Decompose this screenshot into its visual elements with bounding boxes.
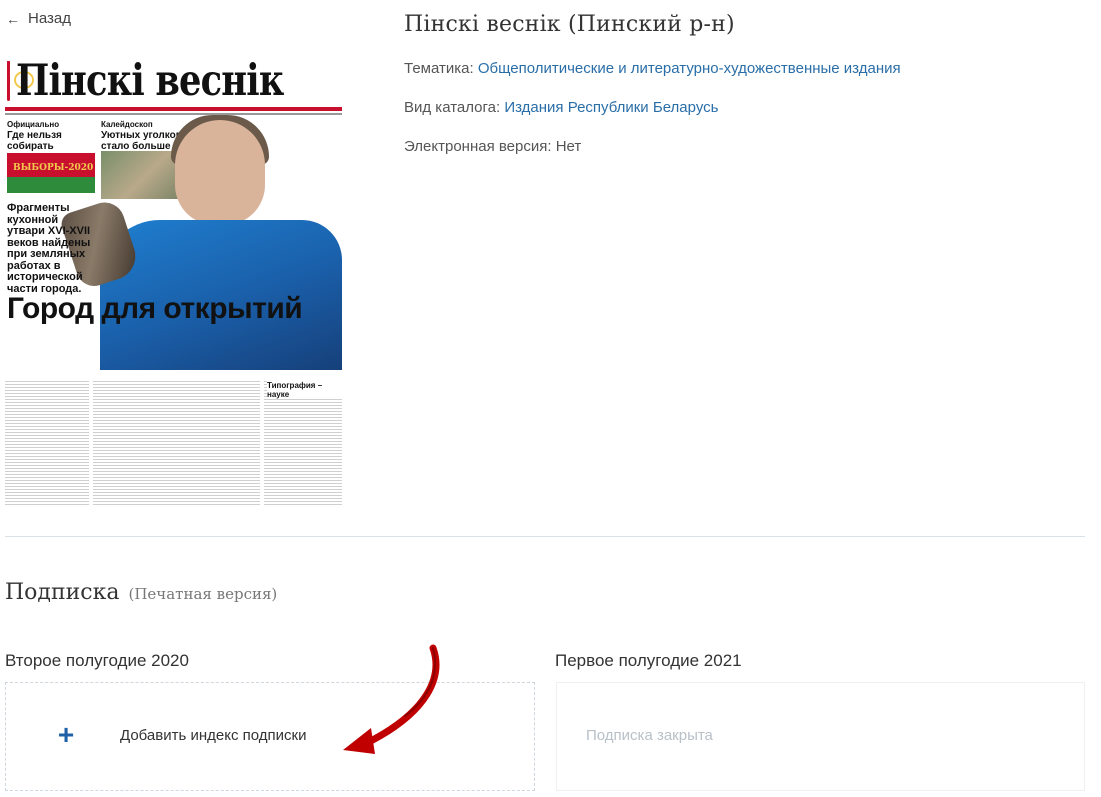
cover-masthead: Пінскі веснік bbox=[5, 55, 342, 107]
add-subscription-index-button[interactable]: + Добавить индекс подписки bbox=[56, 719, 307, 750]
meta-catalog: Вид каталога: Издания Республики Беларус… bbox=[404, 99, 718, 116]
annotation-arrow-icon bbox=[343, 644, 440, 754]
cover-typo-heading: Типография – науке bbox=[267, 381, 342, 399]
masthead-title: Пінскі веснік bbox=[15, 55, 284, 106]
plus-icon: + bbox=[57, 719, 75, 750]
coat-of-arms-icon bbox=[7, 61, 32, 101]
meta-topic-label: Тематика: bbox=[404, 60, 474, 77]
photo-face bbox=[175, 120, 265, 225]
cover-headline: Город для открытий bbox=[7, 292, 303, 325]
newspaper-cover-image: Пінскі веснік Официально Где нельзя соби… bbox=[5, 55, 342, 507]
meta-electronic-value: Нет bbox=[555, 138, 582, 155]
back-label: Назад bbox=[28, 10, 71, 27]
meta-electronic: Электронная версия: Нет bbox=[404, 138, 581, 155]
meta-catalog-link[interactable]: Издания Республики Беларусь bbox=[504, 99, 718, 116]
masthead-rule bbox=[5, 107, 342, 111]
arrow-left-icon: ← bbox=[6, 10, 20, 27]
meta-catalog-label: Вид каталога: bbox=[404, 99, 501, 116]
back-link[interactable]: ← Назад bbox=[6, 10, 71, 27]
subscription-heading-text: Подписка bbox=[5, 580, 120, 605]
add-subscription-index-label: Добавить индекс подписки bbox=[120, 726, 307, 744]
subscription-closed-status: Подписка закрыта bbox=[586, 727, 713, 744]
page-title: Пінскі веснік (Пинский р-н) bbox=[404, 12, 735, 37]
subscription-heading-note: (Печатная версия) bbox=[128, 585, 278, 603]
section-divider bbox=[5, 536, 1085, 537]
meta-topic: Тематика: Общеполитические и литературно… bbox=[404, 60, 901, 77]
subscription-card-h2-2020: + Добавить индекс подписки bbox=[5, 682, 535, 791]
period-label-h1-2021: Первое полугодие 2021 bbox=[555, 651, 742, 670]
subscription-card-h1-2021: Подписка закрыта bbox=[556, 682, 1085, 791]
subscription-heading: Подписка (Печатная версия) bbox=[5, 580, 277, 605]
meta-topic-link[interactable]: Общеполитические и литературно-художеств… bbox=[478, 60, 901, 77]
masthead-subrule bbox=[5, 113, 342, 115]
cover-pottery-text: Фрагменты кухонной утвари XVI-XVII веков… bbox=[7, 202, 91, 295]
meta-electronic-label: Электронная версия: bbox=[404, 138, 552, 155]
period-label-h2-2020: Второе полугодие 2020 bbox=[5, 651, 189, 670]
